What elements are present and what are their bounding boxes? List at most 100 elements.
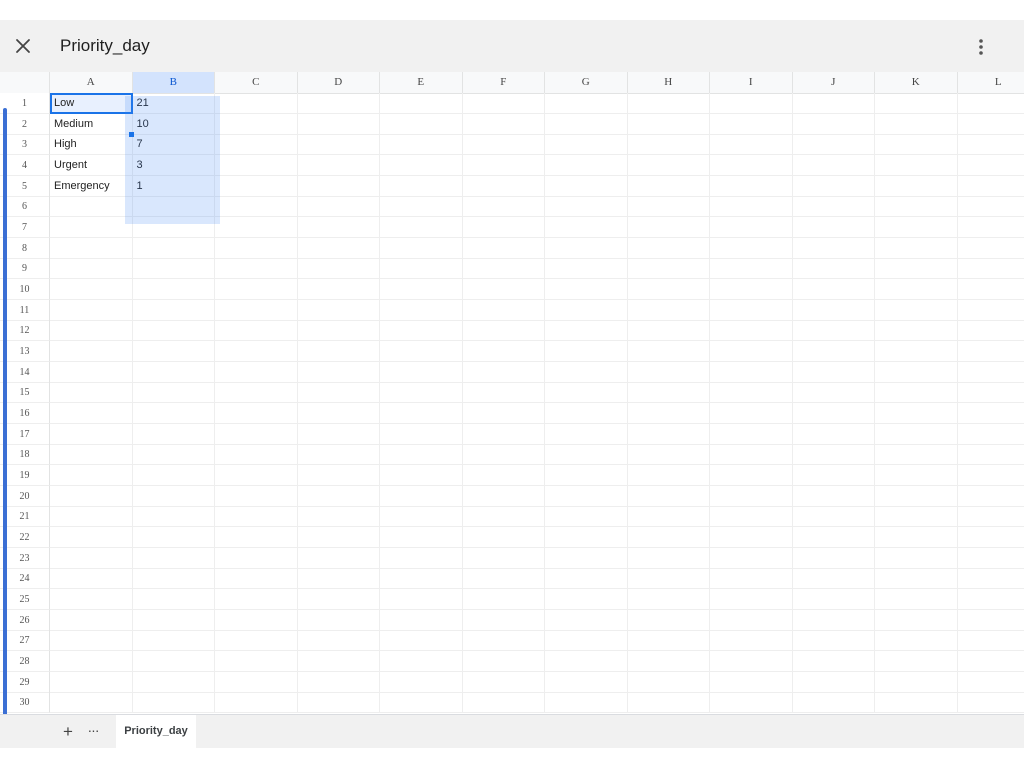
cell-f15[interactable]	[462, 382, 545, 404]
cell-h18[interactable]	[627, 444, 710, 466]
column-header-d[interactable]: D	[298, 72, 380, 93]
cell-a20[interactable]	[50, 485, 133, 507]
column-header-b[interactable]: B	[132, 72, 215, 93]
cell-c11[interactable]	[215, 299, 298, 321]
cell-l18[interactable]	[957, 444, 1024, 466]
cell-h13[interactable]	[627, 341, 710, 363]
cell-h26[interactable]	[627, 609, 710, 631]
cell-g20[interactable]	[545, 485, 628, 507]
cell-g30[interactable]	[545, 692, 628, 714]
cell-e8[interactable]	[380, 237, 463, 259]
cell-a24[interactable]	[50, 568, 133, 590]
cell-g3[interactable]	[545, 134, 628, 156]
cell-c12[interactable]	[215, 320, 298, 342]
cell-c21[interactable]	[215, 506, 298, 528]
cell-l16[interactable]	[957, 403, 1024, 425]
cell-b9[interactable]	[132, 258, 215, 280]
cell-b15[interactable]	[132, 382, 215, 404]
cell-a26[interactable]	[50, 609, 133, 631]
cell-e23[interactable]	[380, 547, 463, 569]
cell-i27[interactable]	[710, 630, 793, 652]
cell-k24[interactable]	[875, 568, 958, 590]
cell-g7[interactable]	[545, 217, 628, 239]
row-header[interactable]: 26	[0, 609, 50, 631]
cell-l12[interactable]	[957, 320, 1024, 342]
cell-i17[interactable]	[710, 423, 793, 445]
cell-e14[interactable]	[380, 361, 463, 383]
cell-i20[interactable]	[710, 485, 793, 507]
cell-d23[interactable]	[297, 547, 380, 569]
cell-f7[interactable]	[462, 217, 545, 239]
cell-l3[interactable]	[957, 134, 1024, 156]
cell-l30[interactable]	[957, 692, 1024, 714]
sheet-grid[interactable]: ABCDEFGHIJKL 1 2 3 4 5 6 7 8 9 10 11 12 13 14 15 16 17 18…	[0, 72, 1024, 714]
cell-k30[interactable]	[875, 692, 958, 714]
cell-k9[interactable]	[875, 258, 958, 280]
cell-c6[interactable]	[215, 196, 298, 218]
cell-h15[interactable]	[627, 382, 710, 404]
cell-b20[interactable]	[132, 485, 215, 507]
cell-a2[interactable]: Medium	[50, 113, 133, 135]
cell-e25[interactable]	[380, 589, 463, 611]
cell-a15[interactable]	[50, 382, 133, 404]
row-header[interactable]: 24	[0, 568, 50, 590]
column-header-h[interactable]: H	[628, 72, 710, 93]
row-header[interactable]: 13	[0, 341, 50, 363]
cell-d1[interactable]	[297, 93, 380, 114]
cell-a5[interactable]: Emergency	[50, 175, 133, 197]
cell-c27[interactable]	[215, 630, 298, 652]
cell-e13[interactable]	[380, 341, 463, 363]
all-sheets-button[interactable]: ···	[84, 721, 102, 739]
cell-h16[interactable]	[627, 403, 710, 425]
cell-l14[interactable]	[957, 362, 1024, 383]
cell-f12[interactable]	[462, 320, 545, 342]
cell-l15[interactable]	[957, 382, 1024, 404]
cell-l27[interactable]	[957, 630, 1024, 652]
cell-f19[interactable]	[462, 465, 545, 487]
cell-h17[interactable]	[627, 423, 710, 445]
cell-h7[interactable]	[627, 217, 710, 239]
cell-k21[interactable]	[875, 506, 958, 528]
cell-k7[interactable]	[875, 217, 958, 239]
cell-g29[interactable]	[545, 671, 628, 693]
cell-k11[interactable]	[875, 299, 958, 321]
cell-c2[interactable]	[215, 113, 298, 135]
cell-b21[interactable]	[132, 506, 215, 528]
cell-j9[interactable]	[792, 258, 875, 280]
column-header-c[interactable]: C	[215, 72, 298, 93]
cell-a21[interactable]	[50, 506, 133, 528]
cell-a7[interactable]	[50, 217, 133, 239]
cell-g25[interactable]	[545, 589, 628, 611]
cell-c17[interactable]	[215, 423, 298, 445]
select-all-corner[interactable]	[0, 72, 50, 93]
cell-h2[interactable]	[627, 113, 710, 135]
cell-f27[interactable]	[462, 630, 545, 652]
cell-i13[interactable]	[710, 341, 793, 363]
cell-c20[interactable]	[215, 485, 298, 507]
cell-b3[interactable]: 7	[132, 134, 215, 156]
cell-b27[interactable]	[132, 630, 215, 652]
cell-j20[interactable]	[792, 485, 875, 507]
cell-g17[interactable]	[545, 423, 628, 445]
cell-i4[interactable]	[710, 155, 793, 176]
cell-e28[interactable]	[380, 651, 463, 673]
cell-c13[interactable]	[215, 341, 298, 363]
cell-a25[interactable]	[50, 589, 133, 611]
cell-f4[interactable]	[462, 155, 545, 176]
cell-l7[interactable]	[957, 217, 1024, 239]
cell-h6[interactable]	[627, 196, 710, 218]
cell-e16[interactable]	[380, 403, 463, 425]
row-header[interactable]: 19	[0, 465, 50, 487]
row-header[interactable]: 29	[0, 671, 50, 693]
cell-k22[interactable]	[875, 527, 958, 549]
cell-h12[interactable]	[627, 320, 710, 342]
cell-k25[interactable]	[875, 589, 958, 611]
cell-b1[interactable]: 21	[132, 93, 215, 114]
cell-i26[interactable]	[710, 609, 793, 631]
row-header[interactable]: 17	[0, 423, 50, 445]
cell-l24[interactable]	[957, 568, 1024, 590]
cell-j13[interactable]	[792, 341, 875, 363]
cell-k26[interactable]	[875, 609, 958, 631]
cell-j17[interactable]	[792, 423, 875, 445]
cell-a23[interactable]	[50, 547, 133, 569]
